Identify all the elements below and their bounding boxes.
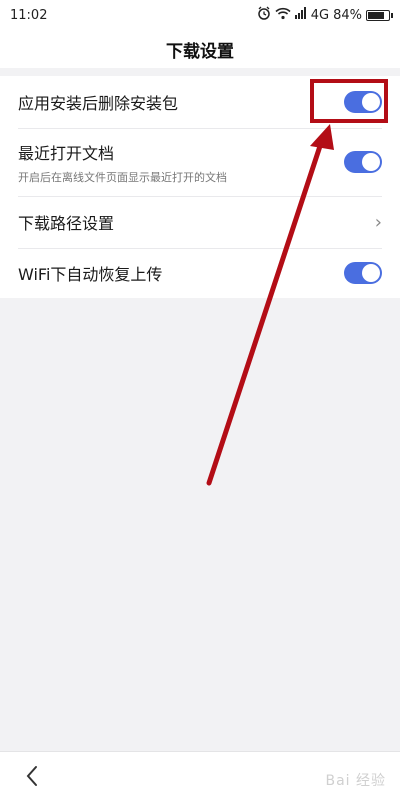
page-title: 下载设置 bbox=[166, 41, 234, 62]
battery-icon bbox=[366, 9, 393, 21]
toggle-knob bbox=[362, 153, 380, 171]
status-bar: 11:02 4G 84% bbox=[0, 0, 400, 30]
watermark: Bai 经验 bbox=[325, 773, 386, 789]
back-button[interactable] bbox=[20, 764, 44, 788]
recent-documents-toggle[interactable] bbox=[344, 151, 382, 173]
bottom-nav-bar: Bai 经验 bbox=[0, 751, 400, 800]
status-time: 11:02 bbox=[10, 7, 48, 23]
battery-fill bbox=[368, 11, 384, 19]
setting-download-path[interactable]: 下载路径设置 › bbox=[0, 196, 400, 248]
network-type: 4G bbox=[310, 7, 330, 23]
wifi-icon bbox=[275, 7, 291, 24]
setting-recent-documents[interactable]: 最近打开文档 开启后在离线文件页面显示最近打开的文档 bbox=[0, 128, 400, 196]
annotation-highlight-box bbox=[310, 79, 388, 123]
toggle-knob bbox=[362, 264, 380, 282]
setting-text: WiFi下自动恢复上传 bbox=[18, 261, 162, 285]
chevron-right-icon: › bbox=[374, 211, 382, 233]
battery-percent: 84% bbox=[333, 7, 362, 23]
setting-text: 下载路径设置 bbox=[18, 210, 114, 234]
signal-icon bbox=[294, 7, 307, 23]
wifi-auto-resume-toggle[interactable] bbox=[344, 262, 382, 284]
setting-wifi-auto-resume[interactable]: WiFi下自动恢复上传 bbox=[0, 248, 400, 298]
title-bar: 下载设置 bbox=[0, 30, 400, 68]
setting-subtitle: 开启后在离线文件页面显示最近打开的文档 bbox=[18, 170, 227, 184]
status-icons: 4G 84% bbox=[257, 6, 393, 24]
setting-title: 下载路径设置 bbox=[18, 214, 115, 233]
alarm-icon bbox=[257, 6, 271, 24]
setting-title: 应用安装后删除安装包 bbox=[18, 94, 179, 113]
setting-title: 最近打开文档 bbox=[18, 143, 115, 163]
section-gap bbox=[0, 68, 400, 76]
back-arrow-icon bbox=[26, 766, 37, 786]
setting-text: 最近打开文档 开启后在离线文件页面显示最近打开的文档 bbox=[18, 140, 227, 185]
setting-title: WiFi下自动恢复上传 bbox=[18, 265, 163, 284]
setting-text: 应用安装后删除安装包 bbox=[18, 90, 178, 114]
